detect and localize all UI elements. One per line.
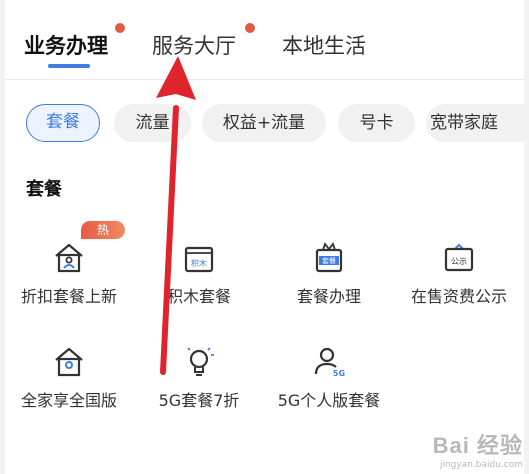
grid-item-package-service[interactable]: 套餐 套餐办理 <box>264 241 394 307</box>
person-5g-icon: 5G <box>314 347 345 378</box>
grid-item-discount-package[interactable]: 折扣套餐上新 <box>5 241 134 307</box>
grid-item-blocks-package[interactable]: 积木 积木套餐 <box>134 241 264 307</box>
family-house-icon <box>55 347 83 377</box>
chip-broadband-home[interactable]: 宽带家庭 <box>426 104 524 142</box>
chip-package[interactable]: 套餐 <box>26 104 100 142</box>
icon-text: 套餐 <box>322 256 336 265</box>
notification-dot <box>245 23 255 33</box>
watermark: Bai 经验 jingyan.baidu.com <box>433 428 523 470</box>
grid-item-label: 5G个人版套餐 <box>277 391 381 410</box>
top-tab-bar: 业务办理 服务大厅 本地生活 <box>5 0 524 80</box>
tab-business[interactable]: 业务办理 <box>24 30 108 60</box>
package-gift-icon: 套餐 <box>315 242 343 273</box>
watermark-url: jingyan.baidu.com <box>439 460 523 470</box>
grid-item-label: 在售资费公示 <box>410 287 507 306</box>
grid-item-tariff-notice[interactable]: 公示 在售资费公示 <box>394 241 524 307</box>
notice-board-icon: 公示 <box>444 243 474 272</box>
grid-item-family-plan[interactable]: 全家享全国版 <box>5 345 134 411</box>
grid-item-label: 折扣套餐上新 <box>20 287 117 306</box>
app-card: 业务办理 服务大厅 本地生活 套餐 流量 权益+流量 号卡 宽带家庭 套餐 折扣… <box>5 0 524 474</box>
icon-text: 公示 <box>451 257 467 266</box>
house-user-icon <box>55 243 83 273</box>
grid-item-label: 5G套餐7折 <box>158 391 240 410</box>
hot-badge: 热 <box>81 221 125 239</box>
icon-text: 5G <box>333 369 345 378</box>
grid-item-label: 积木套餐 <box>166 287 231 306</box>
chip-data[interactable]: 流量 <box>114 104 191 142</box>
tab-service-hall[interactable]: 服务大厅 <box>152 30 236 60</box>
section-title: 套餐 <box>26 179 62 200</box>
active-tab-indicator <box>48 64 90 68</box>
grid-item-label: 全家享全国版 <box>20 391 117 410</box>
lightbulb-icon <box>187 347 214 376</box>
watermark-brand: Bai 经验 <box>432 433 523 458</box>
tab-local-life[interactable]: 本地生活 <box>282 30 366 60</box>
grid-item-5g-discount[interactable]: 5G套餐7折 <box>134 345 264 411</box>
grid-item-label: 套餐办理 <box>296 287 361 306</box>
chip-sim-card[interactable]: 号卡 <box>338 104 415 142</box>
blocks-box-icon: 积木 <box>184 246 214 273</box>
chip-benefits-data[interactable]: 权益+流量 <box>202 104 326 142</box>
grid-item-5g-personal[interactable]: 5G 5G个人版套餐 <box>264 345 394 411</box>
icon-text: 积木 <box>191 258 207 268</box>
notification-dot <box>115 23 125 33</box>
